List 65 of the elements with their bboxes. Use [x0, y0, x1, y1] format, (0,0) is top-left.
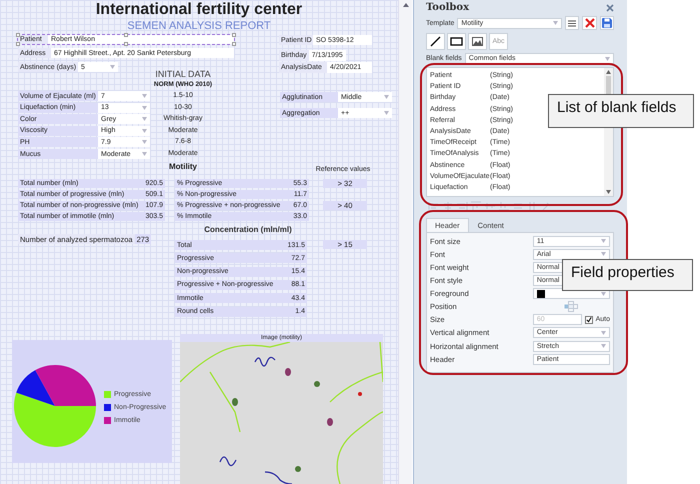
close-icon	[606, 4, 614, 12]
align-icon	[428, 200, 440, 210]
callout-tooltip: List of blank fields	[548, 94, 694, 128]
align-button[interactable]	[484, 200, 496, 210]
report-title: International fertility center	[94, 1, 304, 19]
resize-handle[interactable]	[124, 42, 128, 46]
chevron-down-icon	[142, 117, 147, 122]
image-tool-button[interactable]	[468, 33, 487, 50]
section-heading: Motility	[168, 162, 198, 171]
resize-handle[interactable]	[124, 33, 128, 37]
close-button[interactable]	[606, 4, 614, 12]
chevron-down-icon	[142, 152, 147, 156]
align-button[interactable]	[470, 200, 482, 210]
save-button[interactable]	[600, 16, 614, 30]
chevron-down-icon	[142, 140, 147, 144]
image-icon	[472, 37, 483, 46]
chevron-down-icon	[601, 239, 606, 244]
chevron-down-icon	[142, 94, 147, 98]
rectangle-tool-button[interactable]	[447, 33, 466, 50]
align-icon	[456, 200, 468, 210]
chevron-down-icon	[142, 106, 147, 110]
align-button[interactable]	[456, 200, 468, 210]
check-icon	[586, 316, 592, 324]
align-icon	[498, 200, 510, 210]
align-icon	[540, 200, 552, 210]
chevron-down-icon	[601, 292, 606, 296]
line-tool-button[interactable]	[426, 33, 445, 50]
line-icon	[430, 36, 441, 47]
scroll-up-icon[interactable]	[402, 3, 408, 7]
delete-button[interactable]	[582, 16, 597, 30]
delete-icon	[584, 18, 595, 28]
rectangle-icon	[450, 37, 463, 46]
list-button[interactable]	[565, 16, 580, 30]
resize-handle[interactable]	[232, 33, 236, 37]
chevron-down-icon	[601, 344, 606, 348]
align-button[interactable]	[540, 200, 552, 210]
align-button[interactable]	[428, 200, 440, 210]
list-icon	[568, 20, 576, 26]
callout-tooltip: Field properties	[562, 259, 693, 291]
save-icon	[602, 18, 612, 28]
align-icon	[512, 200, 524, 210]
section-heading: Concentration (mln/ml)	[203, 225, 293, 234]
chevron-down-icon	[601, 252, 606, 256]
color-swatch	[536, 290, 545, 298]
chevron-down-icon	[110, 65, 115, 69]
chevron-down-icon	[605, 56, 610, 60]
section-heading: INITIAL DATA	[154, 69, 212, 79]
chevron-down-icon	[384, 111, 389, 115]
report-subtitle: SEMEN ANALYSIS REPORT	[126, 20, 272, 32]
chevron-down-icon	[601, 330, 606, 335]
chevron-down-icon	[553, 21, 558, 25]
chevron-down-icon	[384, 95, 389, 99]
align-button[interactable]	[498, 200, 510, 210]
align-icon	[442, 200, 454, 210]
resize-handle[interactable]	[16, 33, 20, 37]
panel-title: Toolbox	[426, 2, 470, 13]
resize-handle[interactable]	[16, 42, 20, 46]
chevron-down-icon	[142, 128, 147, 133]
resize-handle[interactable]	[232, 42, 236, 46]
scroll-down-icon[interactable]	[606, 190, 611, 194]
align-icon	[470, 200, 482, 210]
scroll-up-icon[interactable]	[606, 70, 611, 74]
align-button[interactable]	[442, 200, 454, 210]
align-icon	[484, 200, 496, 210]
align-button[interactable]	[512, 200, 524, 210]
